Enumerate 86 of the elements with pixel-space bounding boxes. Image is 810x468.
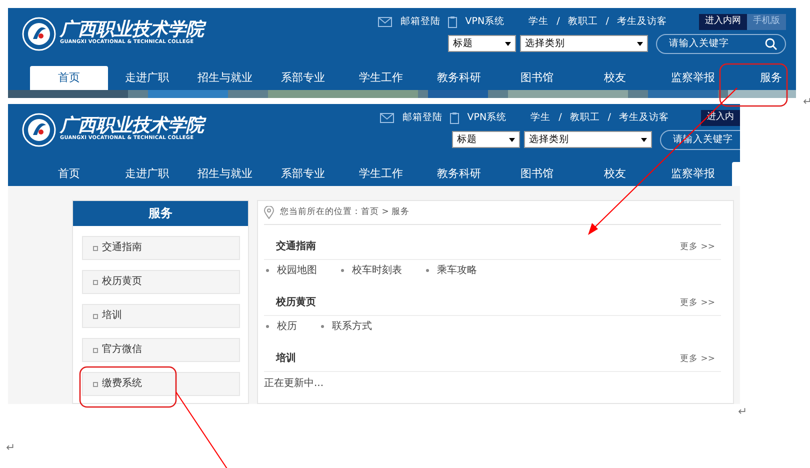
clipboard-icon [448,16,458,28]
nav-tab[interactable]: 系部专业 [264,66,342,90]
nav-tab[interactable]: 走进广职 [108,162,186,186]
bullet-icon [93,382,98,386]
content-link[interactable]: 校车时刻表 [352,263,402,278]
audience-link[interactable]: 学生 [530,110,551,126]
nav-tab[interactable]: 系部专业 [264,162,342,186]
college-name: 广西职业技术学院 [60,21,204,40]
nav-tab[interactable]: 图书馆 [498,162,576,186]
bullet-icon [93,246,98,250]
bullet-icon [426,269,429,272]
separator: / [608,110,611,125]
caret-icon [505,42,511,46]
bullet-icon [266,269,269,272]
select-dropdown[interactable]: 标题 [452,131,520,148]
sidebar-item[interactable]: 校历黄页 [82,270,240,294]
bullet-icon [93,348,98,352]
status-text: 正在更新中... [264,376,325,391]
section-title: 培训 [276,351,296,366]
select-dropdown[interactable]: 标题 [448,35,516,52]
emblem-icon [22,17,56,51]
mailbox-link[interactable]: 邮箱登陆 [402,110,442,126]
audience-link[interactable]: 考生及访客 [619,110,669,126]
nav-tab[interactable]: 招生与就业 [186,66,264,90]
audience-link[interactable]: 教职工 [570,110,600,126]
nav-tab[interactable]: 首页 [30,66,108,90]
select-dropdown[interactable]: 选择类别 [524,131,652,148]
nav-tab[interactable]: 服务 [732,66,796,90]
nav-tab[interactable]: 学生工作 [342,66,420,90]
paragraph-mark: ↵ [6,440,16,456]
nav-tab[interactable]: 教务科研 [420,66,498,90]
sidebar-item[interactable]: 缴费系统 [82,372,240,396]
mail-icon [378,17,392,27]
location-icon [264,206,274,219]
audience-link[interactable]: 考生及访客 [617,14,667,30]
more-link[interactable]: 更多 >> [680,297,715,310]
more-link[interactable]: 更多 >> [680,241,715,254]
audience-link[interactable]: 学生 [528,14,549,30]
emblem-icon [22,113,56,147]
bullet-icon [93,280,98,284]
select-dropdown[interactable]: 选择类别 [520,35,648,52]
breadcrumb: 您当前所在的位置：首页 > 服务 [280,206,410,219]
nav-tab[interactable]: 监察举报 [654,66,732,90]
sidebar-item[interactable]: 交通指南 [82,236,240,260]
college-name: 广西职业技术学院 [60,117,204,136]
caret-icon [509,138,515,142]
bullet-icon [321,325,324,328]
caret-icon [637,42,643,46]
paragraph-mark: ↵ [738,404,748,420]
bullet-icon [93,314,98,318]
nav-tab[interactable]: 校友 [576,162,654,186]
content-link[interactable]: 校园地图 [277,263,317,278]
vpn-link[interactable]: VPN系统 [467,110,507,126]
paragraph-mark: ↵ [803,94,810,110]
nav-tab[interactable]: 走进广职 [108,66,186,90]
content-link[interactable]: 乘车攻略 [437,263,477,278]
separator: / [606,14,609,29]
bullet-icon [341,269,344,272]
mailbox-link[interactable]: 邮箱登陆 [400,14,440,30]
section-title: 校历黄页 [276,296,316,310]
header-button[interactable]: 进入内 [701,110,740,126]
header-button[interactable]: 进入内网 [699,14,747,30]
search-field[interactable]: 请输入关键字 [656,34,786,54]
caret-icon [641,138,647,142]
nav-tab[interactable]: 教务科研 [420,162,498,186]
mail-icon [380,113,394,123]
nav-tab[interactable]: 招生与就业 [186,162,264,186]
highlight-frame [719,63,788,107]
sidebar-item[interactable]: 培训 [82,304,240,328]
nav-tab[interactable]: 图书馆 [498,66,576,90]
sidebar-title: 服务 [73,201,248,226]
clipboard-icon [450,112,460,124]
nav-tab[interactable]: 学生工作 [342,162,420,186]
vpn-link[interactable]: VPN系统 [465,14,505,30]
audience-link[interactable]: 教职工 [568,14,598,30]
nav-tab[interactable]: 首页 [30,162,108,186]
content-link[interactable]: 联系方式 [332,319,372,334]
section-title: 交通指南 [276,239,316,254]
separator: / [558,110,562,125]
more-link[interactable]: 更多 >> [680,353,715,366]
nav-tab[interactable]: 监察举报 [654,162,732,186]
separator: / [556,14,560,29]
bullet-icon [266,325,269,328]
content-link[interactable]: 校历 [277,319,297,334]
sidebar-item[interactable]: 官方微信 [82,338,240,362]
nav-tab[interactable]: 校友 [576,66,654,90]
